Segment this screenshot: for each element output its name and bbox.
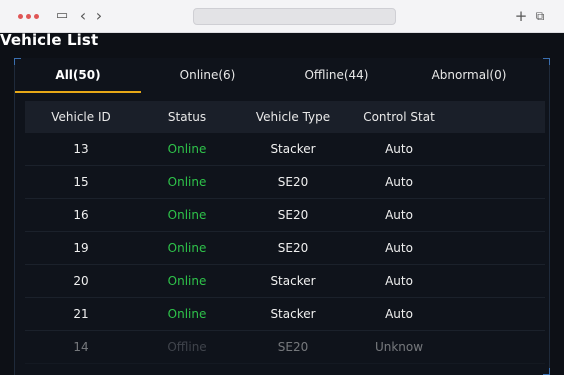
address-bar[interactable] (193, 8, 396, 25)
tab-overview-icon[interactable]: ⧉ (532, 7, 548, 25)
cell-status: Online (167, 208, 207, 222)
table-row[interactable]: 21 Online Stacker Auto (25, 298, 545, 331)
minimize-window-dot[interactable] (26, 14, 31, 19)
table-row[interactable]: 20 Online Stacker Auto (25, 265, 545, 298)
new-tab-icon[interactable]: + (514, 7, 528, 25)
tab-online[interactable]: Online(6) (141, 58, 274, 93)
vehicle-table: Vehicle ID Status Vehicle Type Control S… (25, 101, 545, 364)
table-row[interactable]: 19 Online SE20 Auto (25, 232, 545, 265)
cell-control-status: Auto (385, 307, 413, 321)
panel-corner-bottom-right (543, 368, 550, 375)
cell-vehicle-type: Stacker (270, 307, 316, 321)
cell-status: Online (167, 307, 207, 321)
cell-status: Offline (167, 340, 207, 354)
cell-vehicle-type: Stacker (270, 142, 316, 156)
cell-vehicle-id: 13 (73, 142, 89, 156)
cell-control-status: Auto (385, 274, 413, 288)
table-row[interactable]: 16 Online SE20 Auto (25, 199, 545, 232)
tab-abnormal[interactable]: Abnormal(0) (399, 58, 539, 93)
cell-vehicle-type: SE20 (277, 241, 309, 255)
table-row[interactable]: 15 Online SE20 Auto (25, 166, 545, 199)
cell-vehicle-id: 21 (73, 307, 89, 321)
column-header-control-status[interactable]: Control Stat (349, 101, 449, 133)
column-header-status[interactable]: Status (137, 101, 237, 133)
cell-vehicle-id: 16 (73, 208, 89, 222)
browser-toolbar: ▭ ‹ › + ⧉ (0, 0, 564, 33)
sidebar-toggle-icon[interactable]: ▭ (54, 7, 70, 25)
cell-control-status: Auto (385, 175, 413, 189)
cell-vehicle-type: SE20 (277, 175, 309, 189)
browser-window: ▭ ‹ › + ⧉ Vehicle List All(50) Online(6)… (0, 0, 564, 375)
cell-vehicle-id: 15 (73, 175, 89, 189)
forward-icon[interactable]: › (92, 7, 106, 25)
page-title: Vehicle List (0, 33, 99, 49)
table-row[interactable]: 14 Offline SE20 Unknow (25, 331, 545, 364)
cell-vehicle-type: SE20 (277, 208, 309, 222)
cell-control-status: Auto (385, 142, 413, 156)
vehicle-list-panel: All(50) Online(6) Offline(44) Abnormal(0… (14, 58, 550, 375)
maximize-window-dot[interactable] (34, 14, 39, 19)
cell-vehicle-type: Stacker (270, 274, 316, 288)
window-controls (18, 14, 39, 19)
cell-vehicle-id: 19 (73, 241, 89, 255)
cell-vehicle-id: 14 (73, 340, 89, 354)
column-header-vehicle-id[interactable]: Vehicle ID (25, 101, 137, 133)
column-header-vehicle-type[interactable]: Vehicle Type (237, 101, 349, 133)
cell-status: Online (167, 241, 207, 255)
app-content: Vehicle List All(50) Online(6) Offline(4… (0, 33, 564, 375)
cell-control-status: Auto (385, 208, 413, 222)
cell-control-status: Unknow (374, 340, 424, 354)
back-icon[interactable]: ‹ (76, 7, 90, 25)
table-row[interactable]: 13 Online Stacker Auto (25, 133, 545, 166)
cell-status: Online (167, 175, 207, 189)
cell-vehicle-id: 20 (73, 274, 89, 288)
tab-offline[interactable]: Offline(44) (274, 58, 399, 93)
cell-status: Online (167, 142, 207, 156)
close-window-dot[interactable] (18, 14, 23, 19)
table-header-row: Vehicle ID Status Vehicle Type Control S… (25, 101, 545, 133)
tab-all[interactable]: All(50) (15, 58, 141, 93)
cell-control-status: Auto (385, 241, 413, 255)
status-filter-tabs: All(50) Online(6) Offline(44) Abnormal(0… (15, 58, 549, 93)
cell-vehicle-type: SE20 (277, 340, 309, 354)
cell-status: Online (167, 274, 207, 288)
